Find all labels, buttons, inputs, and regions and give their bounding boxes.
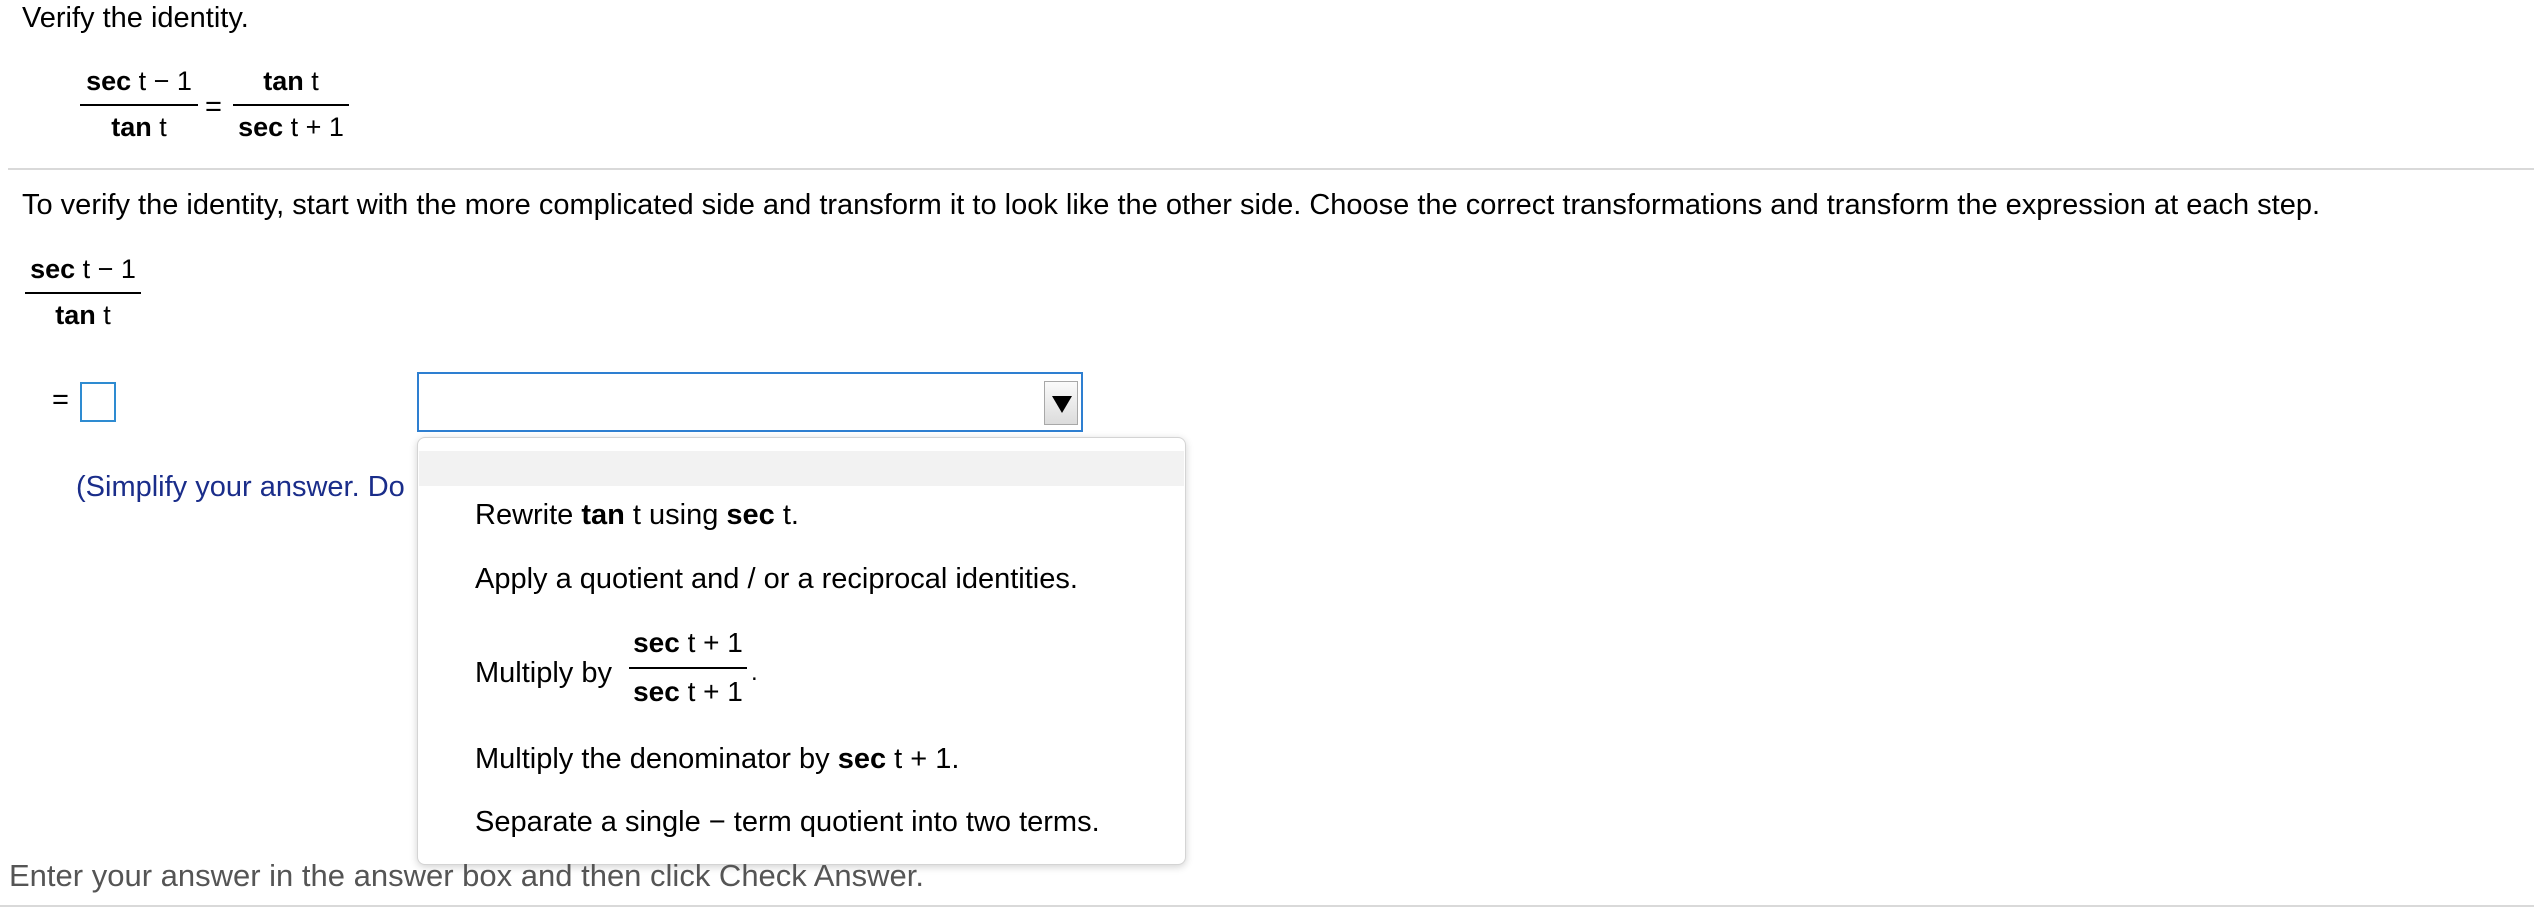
bottom-separator: [0, 905, 2534, 907]
identity-lhs-denominator: t: [159, 112, 167, 142]
answer-input-box[interactable]: [80, 382, 116, 422]
option-rewrite-tan[interactable]: Rewrite tan t using sec t.: [475, 499, 799, 532]
start-expression: sec t − 1 tan t: [25, 256, 141, 329]
step-equals-sign: =: [52, 384, 69, 416]
top-separator: [8, 168, 2534, 170]
identity-lhs: sec t − 1 tan t: [80, 68, 198, 141]
fn-sec: sec: [86, 66, 132, 96]
fn-tan: tan: [55, 300, 96, 330]
simplify-hint: (Simplify your answer. Do: [76, 471, 405, 503]
identity-rhs: tan t sec t + 1: [233, 68, 349, 141]
footer-instructions: Enter your answer in the answer box and …: [9, 858, 924, 893]
equals-sign: =: [205, 91, 222, 123]
identity-rhs-numerator: t: [311, 66, 319, 96]
option-multiply-prefix: Multiply by: [475, 657, 612, 689]
fn-sec: sec: [238, 112, 284, 142]
option-multiply-fraction: sec t + 1 sec t + 1: [629, 629, 747, 706]
problem-title: Verify the identity.: [22, 2, 249, 34]
option-apply-identities[interactable]: Apply a quotient and / or a reciprocal i…: [475, 563, 1078, 596]
menu-blank-option[interactable]: [419, 451, 1184, 486]
transformation-dropdown-menu: Rewrite tan t using sec t. Apply a quoti…: [417, 437, 1186, 865]
start-numerator: t − 1: [82, 254, 136, 284]
instructions-text: To verify the identity, start with the m…: [22, 189, 2321, 221]
fn-sec: sec: [30, 254, 76, 284]
identity-rhs-denominator: t + 1: [290, 112, 344, 142]
identity-lhs-numerator: t − 1: [138, 66, 192, 96]
transformation-select[interactable]: [417, 372, 1083, 432]
dropdown-arrow-icon[interactable]: [1044, 381, 1078, 425]
option-multiply-denominator[interactable]: Multiply the denominator by sec t + 1.: [475, 743, 959, 776]
start-denominator: t: [103, 300, 111, 330]
option-multiply-by-fraction[interactable]: Multiply by sec t + 1 sec t + 1 .: [475, 629, 805, 714]
fn-tan: tan: [263, 66, 304, 96]
option-separate-quotient[interactable]: Separate a single − term quotient into t…: [475, 806, 1100, 839]
fn-tan: tan: [111, 112, 152, 142]
